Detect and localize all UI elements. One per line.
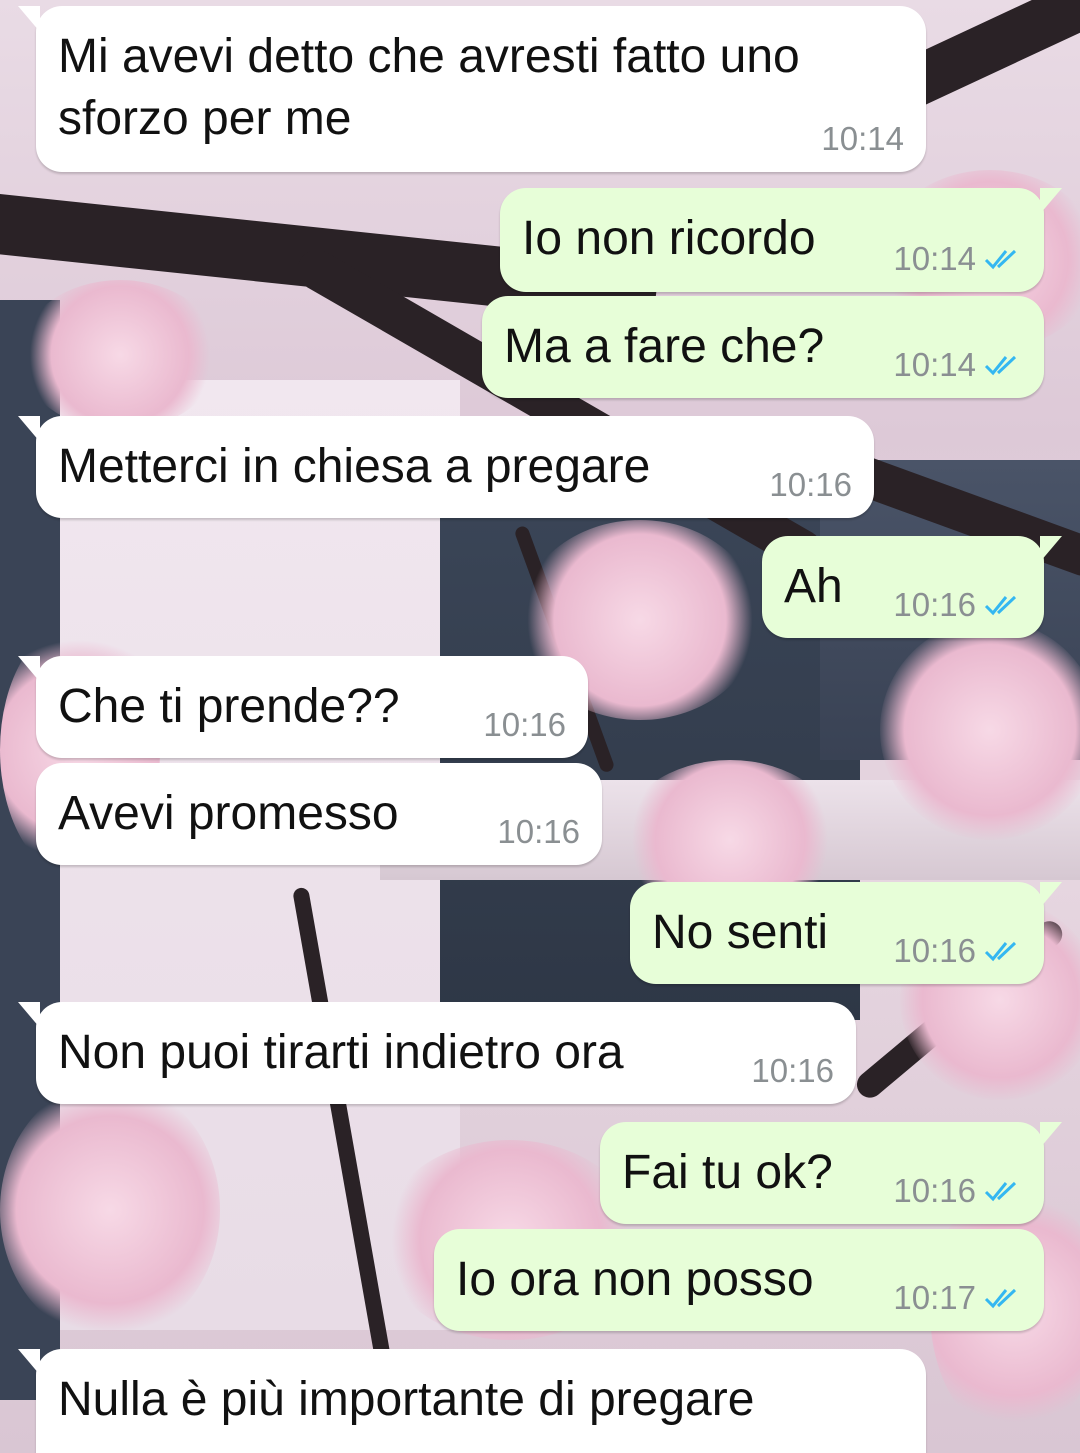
message-bubble-outgoing[interactable]: Io ora non posso 10:17	[434, 1229, 1044, 1331]
message-bubble-incoming[interactable]: Mi avevi detto che avresti fatto uno sfo…	[18, 6, 926, 172]
message-text: Ah	[784, 560, 843, 613]
message-time: 10:16	[893, 586, 976, 623]
message-meta: 10:16	[497, 813, 580, 851]
double-check-icon	[984, 941, 1017, 962]
message-time: 10:16	[483, 706, 566, 743]
message-bubble-outgoing[interactable]: Io non ricordo 10:14	[500, 188, 1062, 292]
double-check-icon	[984, 595, 1017, 616]
double-check-icon	[984, 355, 1017, 376]
message-meta: 10:14	[821, 120, 904, 158]
message-text: Ma a fare che?	[504, 320, 825, 373]
message-bubble-incoming[interactable]: Nulla è più importante di pregare	[18, 1349, 926, 1453]
message-meta: 10:16	[751, 1052, 834, 1090]
message-text: Io ora non posso	[456, 1253, 814, 1306]
message-text: Mi avevi detto che avresti fatto uno sfo…	[58, 26, 800, 150]
double-check-icon	[984, 1181, 1017, 1202]
message-text: Metterci in chiesa a pregare	[58, 440, 651, 493]
message-time: 10:14	[893, 346, 976, 383]
message-text: Non puoi tirarti indietro ora	[58, 1026, 624, 1079]
message-bubble-outgoing[interactable]: Ma a fare che? 10:14	[482, 296, 1044, 398]
chat-conversation[interactable]: Mi avevi detto che avresti fatto uno sfo…	[0, 0, 1080, 1453]
message-time: 10:16	[893, 1172, 976, 1209]
message-bubble-incoming[interactable]: Che ti prende?? 10:16	[18, 656, 588, 758]
message-meta: 10:16	[483, 706, 566, 744]
message-time: 10:16	[751, 1052, 834, 1089]
message-text: Fai tu ok?	[622, 1146, 833, 1199]
message-text: Io non ricordo	[522, 212, 816, 265]
message-bubble-outgoing[interactable]: Ah 10:16	[762, 536, 1062, 638]
message-bubble-outgoing[interactable]: No senti 10:16	[630, 882, 1062, 984]
message-time: 10:16	[893, 932, 976, 969]
message-bubble-incoming[interactable]: Non puoi tirarti indietro ora 10:16	[18, 1002, 856, 1104]
message-text: Nulla è più importante di pregare	[58, 1373, 755, 1426]
message-time: 10:17	[893, 1279, 976, 1316]
message-meta: 10:16	[893, 932, 1022, 970]
message-text: No senti	[652, 906, 829, 959]
double-check-icon	[984, 249, 1017, 270]
message-meta: 10:16	[769, 466, 852, 504]
message-meta: 10:17	[893, 1279, 1022, 1317]
message-bubble-outgoing[interactable]: Fai tu ok? 10:16	[600, 1122, 1062, 1224]
message-meta: 10:16	[893, 1172, 1022, 1210]
message-text-line: sforzo per me	[58, 92, 352, 145]
message-meta: 10:14	[893, 346, 1022, 384]
message-time: 10:14	[893, 240, 976, 277]
message-bubble-incoming[interactable]: Metterci in chiesa a pregare 10:16	[18, 416, 874, 518]
message-time: 10:14	[821, 120, 904, 157]
message-text-line: Mi avevi detto che avresti fatto uno	[58, 30, 800, 83]
message-time: 10:16	[769, 466, 852, 503]
message-bubble-incoming[interactable]: Avevi promesso 10:16	[36, 763, 602, 865]
message-meta: 10:16	[893, 586, 1022, 624]
double-check-icon	[984, 1288, 1017, 1309]
message-time: 10:16	[497, 813, 580, 850]
message-text: Che ti prende??	[58, 680, 400, 733]
message-text: Avevi promesso	[58, 787, 399, 840]
message-meta: 10:14	[893, 240, 1022, 278]
